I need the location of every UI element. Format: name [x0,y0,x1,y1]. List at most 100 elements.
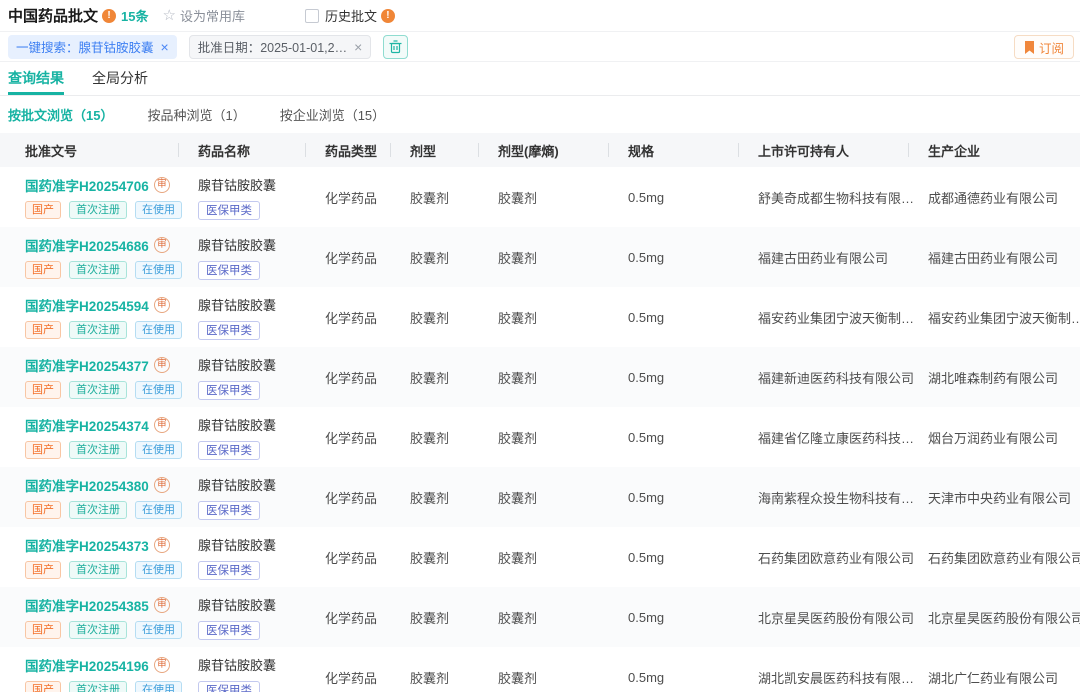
cell-drug-type: 化学药品 [305,407,390,467]
dosage-form-mx-text: 胶囊剂 [498,308,608,327]
cell-spec: 0.5mg [608,587,738,647]
first-registration-badge: 首次注册 [69,501,127,519]
main-tabs: 查询结果 全局分析 [0,62,1080,96]
cell-approval: 国药准字H20254385 审 国产 首次注册 在使用 [0,587,178,647]
dosage-form-text: 胶囊剂 [410,488,478,507]
manufacturer-text: 天津市中央药业有限公司 [928,488,1080,507]
cell-drug-name: 腺苷钴胺胶囊 医保甲类 [178,407,305,467]
drug-type-text: 化学药品 [325,548,390,567]
title-info-icon[interactable]: ! [102,9,116,23]
first-registration-badge: 首次注册 [69,441,127,459]
dosage-form-text: 胶囊剂 [410,668,478,687]
dosage-form-text: 胶囊剂 [410,608,478,627]
cell-dosage-form-mx: 胶囊剂 [478,527,608,587]
cell-approval: 国药准字H20254377 审 国产 首次注册 在使用 [0,347,178,407]
cell-dosage-form: 胶囊剂 [390,467,478,527]
tab-global-analysis[interactable]: 全局分析 [92,62,148,95]
col-header-holder: 上市许可持有人 [738,133,908,167]
spec-text: 0.5mg [628,610,738,625]
in-use-badge: 在使用 [135,561,182,579]
cell-drug-type: 化学药品 [305,167,390,227]
in-use-badge: 在使用 [135,681,182,692]
cell-drug-name: 腺苷钴胺胶囊 医保甲类 [178,467,305,527]
domestic-badge: 国产 [25,441,61,459]
dosage-form-text: 胶囊剂 [410,428,478,447]
manufacturer-text: 福安药业集团宁波天衡制… [928,308,1080,327]
table-row: 国药准字H20254594 审 国产 首次注册 在使用 腺苷钴胺胶囊 医保甲类 … [0,287,1080,347]
review-circle-icon: 审 [154,657,170,673]
approval-number-link[interactable]: 国药准字H20254374 [25,415,149,435]
cell-manufacturer: 北京星昊医药股份有限公司 [908,587,1080,647]
dosage-form-mx-text: 胶囊剂 [498,428,608,447]
subscribe-button[interactable]: 订阅 [1014,35,1074,59]
subtab-by-company[interactable]: 按企业浏览（15） [280,105,385,124]
holder-text: 海南紫程众投生物科技有… [758,488,908,507]
set-common-library-button[interactable]: ☆ 设为常用库 [162,6,244,25]
cell-manufacturer: 湖北唯森制药有限公司 [908,347,1080,407]
spec-text: 0.5mg [628,550,738,565]
search-filter-chip[interactable]: 一键搜索：腺苷钴胺胶囊 × [8,35,177,59]
search-chip-close-icon[interactable]: × [161,40,169,54]
subtab-by-variety[interactable]: 按品种浏览（1） [147,105,245,124]
cell-manufacturer: 福安药业集团宁波天衡制… [908,287,1080,347]
cell-drug-type: 化学药品 [305,467,390,527]
in-use-badge: 在使用 [135,441,182,459]
table-body: 国药准字H20254706 审 国产 首次注册 在使用 腺苷钴胺胶囊 医保甲类 … [0,167,1080,692]
col-header-dosage-form: 剂型 [390,133,478,167]
subtab-by-approval[interactable]: 按批文浏览（15） [8,105,113,124]
cell-manufacturer: 福建古田药业有限公司 [908,227,1080,287]
col-header-approval-no: 批准文号 [0,133,178,167]
clear-filters-button[interactable] [383,35,408,59]
approval-number-link[interactable]: 国药准字H20254706 [25,175,149,195]
table-row: 国药准字H20254196 审 国产 首次注册 在使用 腺苷钴胺胶囊 医保甲类 … [0,647,1080,692]
result-count: 15条 [121,6,148,25]
cell-approval: 国药准字H20254196 审 国产 首次注册 在使用 [0,647,178,692]
approval-number-link[interactable]: 国药准字H20254385 [25,595,149,615]
cell-drug-type: 化学药品 [305,587,390,647]
cell-spec: 0.5mg [608,167,738,227]
holder-text: 福安药业集团宁波天衡制… [758,308,908,327]
cell-dosage-form: 胶囊剂 [390,527,478,587]
medical-insurance-badge: 医保甲类 [198,441,260,460]
drug-type-text: 化学药品 [325,668,390,687]
approval-number-link[interactable]: 国药准字H20254373 [25,535,149,555]
domestic-badge: 国产 [25,681,61,692]
cell-dosage-form-mx: 胶囊剂 [478,647,608,692]
tab-query-result[interactable]: 查询结果 [8,62,64,95]
medical-insurance-badge: 医保甲类 [198,681,260,692]
cell-drug-name: 腺苷钴胺胶囊 医保甲类 [178,647,305,692]
cell-dosage-form: 胶囊剂 [390,407,478,467]
cell-dosage-form-mx: 胶囊剂 [478,167,608,227]
date-chip-close-icon[interactable]: × [354,40,362,54]
approval-number-link[interactable]: 国药准字H20254377 [25,355,149,375]
first-registration-badge: 首次注册 [69,621,127,639]
history-checkbox[interactable] [305,9,319,23]
holder-text: 福建新迪医药科技有限公司 [758,368,908,387]
table-header-row: 批准文号 药品名称 药品类型 剂型 剂型(摩熵) 规格 上市许可持有人 生产企业 [0,133,1080,167]
table-row: 国药准字H20254686 审 国产 首次注册 在使用 腺苷钴胺胶囊 医保甲类 … [0,227,1080,287]
drug-type-text: 化学药品 [325,428,390,447]
domestic-badge: 国产 [25,321,61,339]
approval-number-link[interactable]: 国药准字H20254196 [25,655,149,675]
spec-text: 0.5mg [628,190,738,205]
cell-holder: 石药集团欧意药业有限公司 [738,527,908,587]
review-circle-icon: 审 [154,477,170,493]
spec-text: 0.5mg [628,370,738,385]
cell-drug-type: 化学药品 [305,287,390,347]
first-registration-badge: 首次注册 [69,381,127,399]
review-circle-icon: 审 [154,417,170,433]
approval-number-link[interactable]: 国药准字H20254380 [25,475,149,495]
cell-dosage-form-mx: 胶囊剂 [478,227,608,287]
cell-dosage-form: 胶囊剂 [390,227,478,287]
in-use-badge: 在使用 [135,381,182,399]
approval-number-link[interactable]: 国药准字H20254594 [25,295,149,315]
history-info-icon[interactable]: ! [381,9,395,23]
date-filter-chip[interactable]: 批准日期：2025-01-01,2… × [189,35,372,59]
cell-approval: 国药准字H20254380 审 国产 首次注册 在使用 [0,467,178,527]
cell-manufacturer: 成都通德药业有限公司 [908,167,1080,227]
cell-drug-type: 化学药品 [305,527,390,587]
approval-number-link[interactable]: 国药准字H20254686 [25,235,149,255]
cell-approval: 国药准字H20254706 审 国产 首次注册 在使用 [0,167,178,227]
dosage-form-text: 胶囊剂 [410,188,478,207]
review-circle-icon: 审 [154,237,170,253]
